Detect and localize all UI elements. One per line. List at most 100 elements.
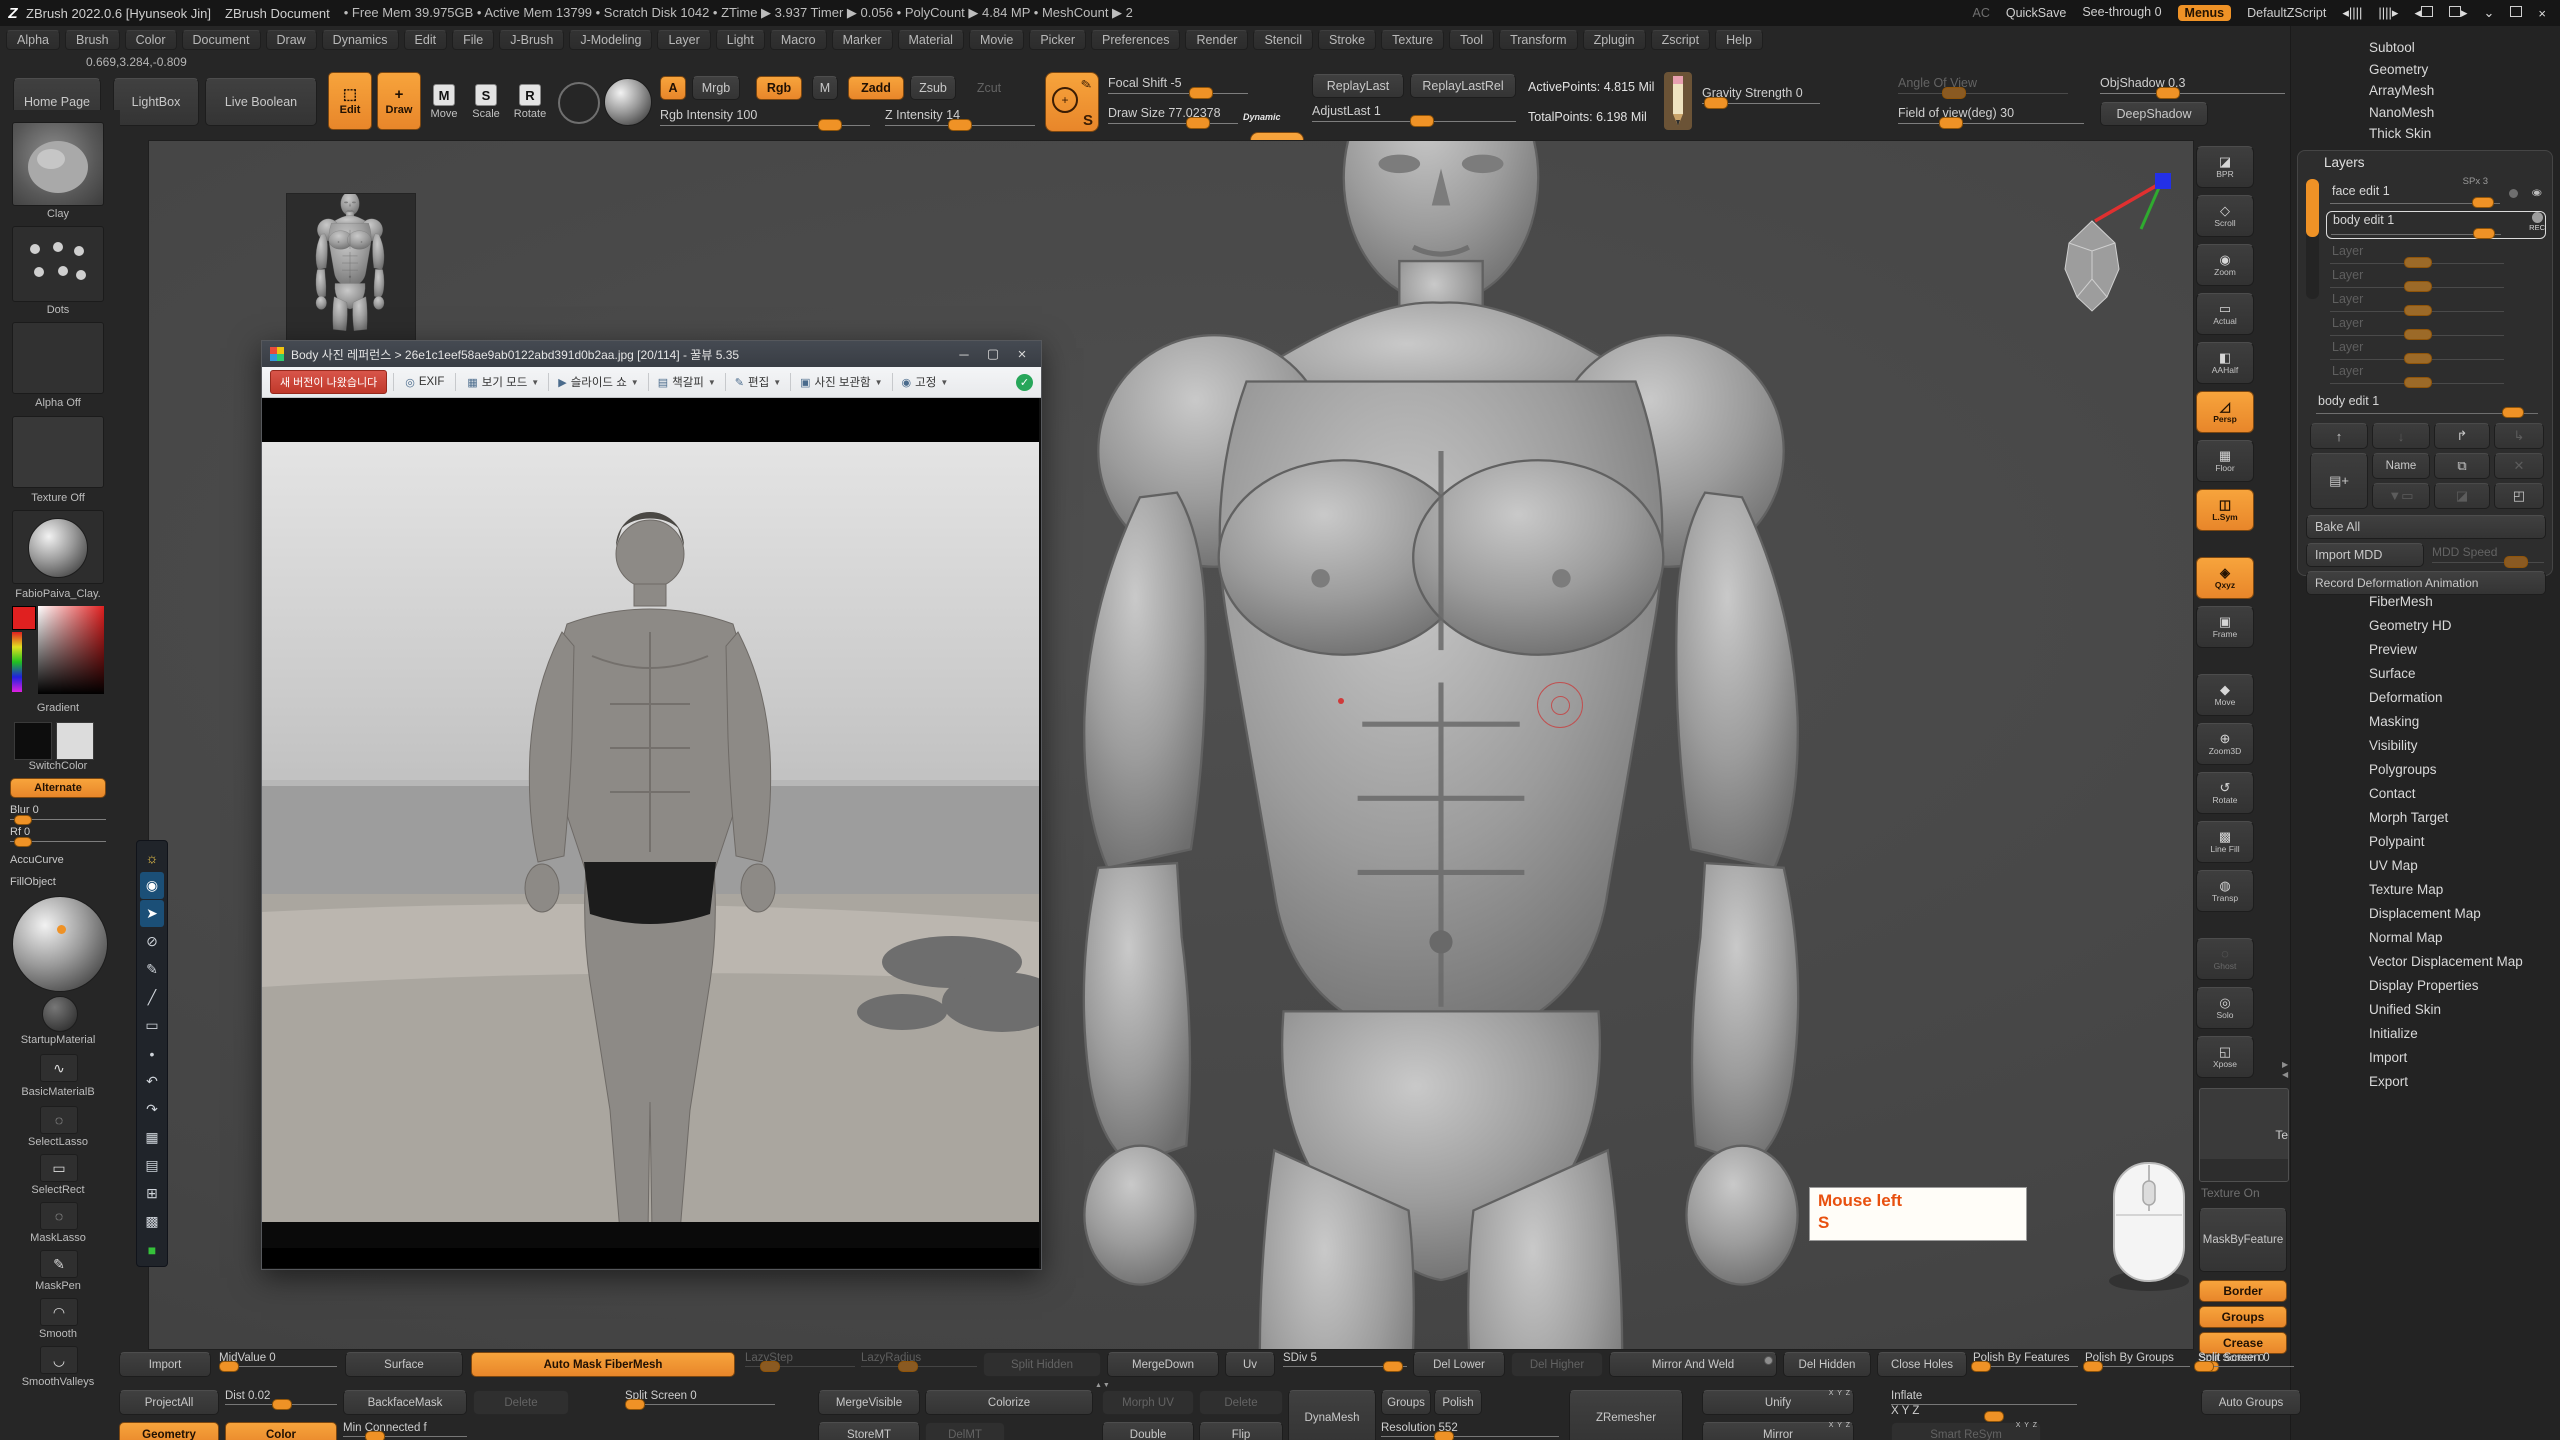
slider-handle[interactable] xyxy=(1971,1361,1991,1372)
hue-strip[interactable] xyxy=(12,632,22,692)
sculptris-pro-button[interactable]: +✎S xyxy=(1045,72,1099,132)
smooth-icon[interactable]: ◠ xyxy=(40,1298,78,1326)
layer-row-empty[interactable]: Layer xyxy=(2326,339,2544,363)
exif-button[interactable]: ◎ EXIF xyxy=(400,373,449,392)
secondary-material-sphere[interactable] xyxy=(42,996,78,1032)
brush-thumbnail[interactable] xyxy=(12,122,104,206)
layer-row-empty[interactable]: Layer xyxy=(2326,363,2544,387)
right-shelf-aahalf[interactable]: ◧AAHalf xyxy=(2196,342,2254,384)
panel-section-deformation[interactable]: Deformation xyxy=(2369,690,2443,705)
panel-section-unified-skin[interactable]: Unified Skin xyxy=(2369,1002,2441,1017)
menu-item-j-modeling[interactable]: J-Modeling xyxy=(569,30,652,50)
channel-a-button[interactable]: A xyxy=(660,76,686,100)
slider-handle[interactable] xyxy=(1434,1431,1454,1440)
layer-row-empty[interactable]: Layer xyxy=(2326,267,2544,291)
menu-item-stencil[interactable]: Stencil xyxy=(1253,30,1313,50)
bottom-uv-button[interactable]: Uv xyxy=(1225,1352,1275,1377)
panel-section-arraymesh[interactable]: ArrayMesh xyxy=(2369,83,2434,98)
camera-nav-head-icon[interactable] xyxy=(2049,213,2135,317)
bottom-import-button[interactable]: Import xyxy=(119,1352,211,1377)
bottom-storemt-button[interactable]: StoreMT xyxy=(818,1422,920,1440)
undo-icon[interactable]: ↶ xyxy=(140,1068,164,1095)
bottom-lazystep-slider[interactable]: LazyStep xyxy=(745,1352,855,1367)
right-shelf-qxyz[interactable]: ◈Qxyz xyxy=(2196,557,2254,599)
palette-icon[interactable]: ▩ xyxy=(140,1208,164,1235)
redo-icon[interactable]: ↷ xyxy=(140,1096,164,1123)
bottom-mergevisible-button[interactable]: MergeVisible xyxy=(818,1390,920,1415)
groups-button[interactable]: Groups xyxy=(2199,1306,2287,1328)
right-shelf-zoom3d[interactable]: ⊕Zoom3D xyxy=(2196,723,2254,765)
right-shelf-scroll[interactable]: ◇Scroll xyxy=(2196,195,2254,237)
bottom-sdiv-5-slider[interactable]: SDiv 5 xyxy=(1283,1352,1407,1367)
bottom-flip-button[interactable]: Flip xyxy=(1199,1422,1283,1440)
layout-next-icon[interactable]: ▸ xyxy=(2449,5,2468,21)
viewer-minimize-button[interactable]: ─ xyxy=(953,347,975,362)
move-button[interactable]: MMove xyxy=(424,74,464,130)
menu-item-alpha[interactable]: Alpha xyxy=(6,30,60,50)
alt-color-swatch[interactable] xyxy=(56,722,94,760)
pen-icon[interactable]: ✎ xyxy=(140,956,164,983)
bottom-geometry-button[interactable]: Geometry xyxy=(119,1422,219,1440)
panel-section-export[interactable]: Export xyxy=(2369,1074,2408,1089)
slider-handle[interactable] xyxy=(625,1399,645,1410)
layer-rename-slider[interactable]: body edit 1 xyxy=(2312,393,2544,417)
draw-button[interactable]: +Draw xyxy=(377,72,421,130)
layer-row-empty[interactable]: Layer xyxy=(2326,291,2544,315)
lightbox-button[interactable]: LightBox xyxy=(113,78,199,126)
viewer-menu-3[interactable]: ▤책갈피▼ xyxy=(653,371,721,393)
right-shelf-zoom[interactable]: ◉Zoom xyxy=(2196,244,2254,286)
slider-handle[interactable] xyxy=(365,1431,385,1440)
menu-item-zscript[interactable]: Zscript xyxy=(1651,30,1711,50)
bottom-smart-resym-button[interactable]: Smart ReSymX Y Z xyxy=(1891,1422,2041,1440)
panel-section-fibermesh[interactable]: FiberMesh xyxy=(2369,594,2433,609)
menu-item-edit[interactable]: Edit xyxy=(404,30,448,50)
photo-viewer-window[interactable]: Body 사진 레퍼런스 > 26e1c1eef58ae9ab0122abd39… xyxy=(261,340,1042,1270)
replay-last-rel-button[interactable]: ReplayLastRel xyxy=(1410,74,1516,98)
invert-layer-icon[interactable]: ◰ xyxy=(2494,483,2544,509)
zsub-button[interactable]: Zsub xyxy=(910,76,956,100)
split-layer-icon[interactable]: ◪ xyxy=(2434,483,2490,509)
right-shelf-frame[interactable]: ▣Frame xyxy=(2196,606,2254,648)
current-material-icon[interactable] xyxy=(604,78,652,126)
layout-prev-icon[interactable]: ◂ xyxy=(2414,5,2433,21)
bottom-polish-by-features-slider[interactable]: Polish By Features xyxy=(1973,1352,2078,1367)
panel-section-subtool[interactable]: Subtool xyxy=(2369,40,2415,55)
layers-header[interactable]: Layers xyxy=(2324,155,2365,170)
bottom-min-connected-f-slider[interactable]: Min Connected f xyxy=(343,1422,467,1437)
bottom-split-screen-0-slider[interactable]: Split Screen 0 xyxy=(2198,1352,2294,1367)
menu-item-zplugin[interactable]: Zplugin xyxy=(1583,30,1646,50)
menu-item-macro[interactable]: Macro xyxy=(770,30,827,50)
dynamic-mode-label[interactable]: Dynamic xyxy=(1243,112,1281,122)
ac-toggle[interactable]: AC xyxy=(1972,6,1989,20)
cursor-icon[interactable]: ➤ xyxy=(140,900,164,927)
right-shelf-l-sym[interactable]: ◫L.Sym xyxy=(2196,489,2254,531)
texture-thumbnail[interactable] xyxy=(12,416,104,488)
shelf-scroll-icon[interactable]: ▲▼ xyxy=(1095,1382,1111,1389)
tray-slider-right-icon[interactable]: ||||▸ xyxy=(2378,5,2398,21)
border-button[interactable]: Border xyxy=(2199,1280,2287,1302)
z-intensity-slider[interactable]: Z Intensity 14 xyxy=(885,108,1035,126)
obj-shadow-slider[interactable]: ObjShadow 0.3 xyxy=(2100,76,2285,94)
menu-item-document[interactable]: Document xyxy=(182,30,261,50)
eye-icon[interactable]: ◉ xyxy=(140,872,164,899)
menu-item-picker[interactable]: Picker xyxy=(1029,30,1086,50)
panel-section-texture-map[interactable]: Texture Map xyxy=(2369,882,2443,897)
pencil-gravity-icon[interactable] xyxy=(1664,72,1692,130)
eye-icon[interactable]: ◉ xyxy=(2532,187,2542,197)
field-of-view-slider[interactable]: Field of view(deg) 30 xyxy=(1898,106,2084,124)
live-boolean-button[interactable]: Live Boolean xyxy=(205,78,317,126)
menu-item-layer[interactable]: Layer xyxy=(657,30,710,50)
new-layer-button[interactable]: ▤+ xyxy=(2310,453,2368,509)
mrgb-button[interactable]: Mrgb xyxy=(692,76,740,100)
right-shelf-actual[interactable]: ▭Actual xyxy=(2196,293,2254,335)
delete-layer-icon[interactable]: ✕ xyxy=(2494,453,2544,479)
startup-material-sphere[interactable] xyxy=(12,896,108,992)
see-through-slider[interactable]: See-through 0 xyxy=(2082,5,2161,22)
material-thumbnail[interactable] xyxy=(12,510,104,584)
menu-item-movie[interactable]: Movie xyxy=(969,30,1024,50)
rgb-button[interactable]: Rgb xyxy=(756,76,802,100)
slider-handle[interactable] xyxy=(760,1361,780,1372)
bottom-morph-uv-button[interactable]: Morph UV xyxy=(1102,1390,1194,1415)
layer-row-empty[interactable]: Layer xyxy=(2326,243,2544,267)
bottom-projectall-button[interactable]: ProjectAll xyxy=(119,1390,219,1415)
